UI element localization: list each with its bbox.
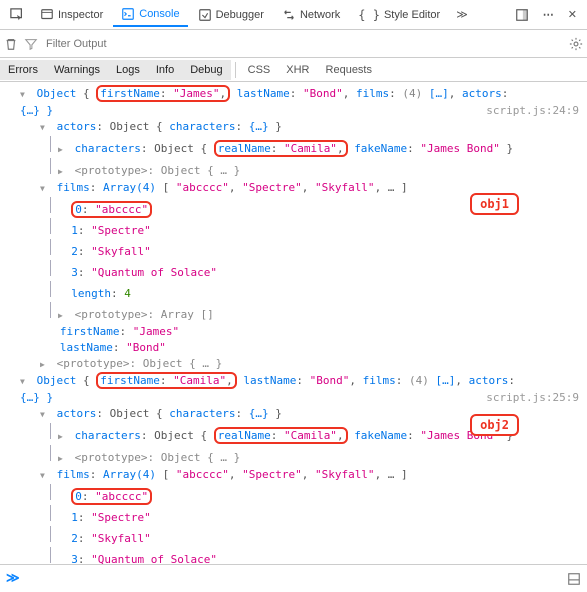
- object-property-row[interactable]: characters: Object { realName: "Camila",…: [0, 136, 587, 158]
- cat-xhr[interactable]: XHR: [278, 60, 317, 80]
- type-label: Object: [37, 374, 77, 387]
- tab-network[interactable]: Network: [274, 4, 348, 26]
- highlight-box: realName: "Camila",: [214, 427, 348, 444]
- object-property-row[interactable]: actors: Object { characters: {…} }: [0, 119, 587, 136]
- tab-inspector-label: Inspector: [58, 9, 103, 21]
- expand-toggle-icon[interactable]: [58, 450, 68, 467]
- annotation-obj1: obj1: [470, 193, 519, 215]
- object-property-row: firstName: "James": [0, 324, 587, 340]
- prompt-chevron-icon: ≫: [6, 571, 20, 586]
- source-link[interactable]: script.js:24:9: [486, 103, 579, 119]
- log-entry[interactable]: Object { firstName: "James", lastName: "…: [0, 86, 587, 103]
- array-item-row[interactable]: 3: "Quantum of Solace": [0, 260, 587, 281]
- highlight-box: 0: "abcccc": [71, 488, 152, 505]
- expand-toggle-icon[interactable]: [20, 373, 30, 390]
- prototype-row[interactable]: <prototype>: Object { … }: [0, 356, 587, 373]
- cat-debug[interactable]: Debug: [182, 60, 230, 80]
- cat-errors[interactable]: Errors: [0, 60, 46, 80]
- tab-console[interactable]: Console: [113, 3, 187, 27]
- tab-console-label: Console: [139, 8, 179, 20]
- prototype-row[interactable]: <prototype>: Object { … }: [0, 158, 587, 180]
- tab-styleeditor-label: Style Editor: [384, 9, 440, 21]
- clear-console-icon[interactable]: [4, 37, 18, 51]
- cat-warnings[interactable]: Warnings: [46, 60, 108, 80]
- dock-side-icon[interactable]: [509, 4, 535, 26]
- array-item-row[interactable]: 2: "Skyfall": [0, 526, 587, 547]
- expand-toggle-icon[interactable]: [58, 141, 68, 158]
- source-link[interactable]: script.js:25:9: [486, 390, 579, 406]
- highlight-box: 0: "abcccc": [71, 201, 152, 218]
- type-label: Object: [37, 87, 77, 100]
- tab-styleeditor[interactable]: { } Style Editor: [350, 4, 448, 26]
- more-menu-icon[interactable]: ⋯: [537, 4, 560, 25]
- filter-funnel-icon[interactable]: [24, 37, 38, 51]
- expand-toggle-icon[interactable]: [58, 163, 68, 180]
- array-item-row[interactable]: 2: "Skyfall": [0, 239, 587, 260]
- log-entry[interactable]: Object { firstName: "Camila", lastName: …: [0, 373, 587, 390]
- tab-inspector[interactable]: Inspector: [32, 4, 111, 26]
- cat-css[interactable]: CSS: [240, 60, 279, 80]
- console-filter-bar: [0, 30, 587, 58]
- tabs-overflow-icon[interactable]: ≫: [450, 4, 474, 25]
- highlight-box: firstName: "James",: [96, 85, 230, 102]
- settings-gear-icon[interactable]: [569, 37, 583, 51]
- prototype-row[interactable]: <prototype>: Array []: [0, 302, 587, 324]
- expand-toggle-icon[interactable]: [58, 428, 68, 445]
- console-input[interactable]: [26, 572, 561, 585]
- expand-toggle-icon[interactable]: [58, 307, 68, 324]
- highlight-box: realName: "Camila",: [214, 140, 348, 157]
- highlight-box: firstName: "Camila",: [96, 372, 236, 389]
- log-category-bar: Errors Warnings Logs Info Debug CSS XHR …: [0, 58, 587, 82]
- cat-requests[interactable]: Requests: [318, 60, 380, 80]
- filter-output-input[interactable]: [44, 36, 563, 52]
- braces-icon: { }: [358, 8, 380, 22]
- console-output: Object { firstName: "James", lastName: "…: [0, 82, 587, 564]
- tab-debugger-label: Debugger: [216, 9, 264, 21]
- tab-network-label: Network: [300, 9, 340, 21]
- console-prompt: ≫: [0, 564, 587, 592]
- prototype-row[interactable]: <prototype>: Object { … }: [0, 445, 587, 467]
- array-item-row[interactable]: 0: "abcccc": [0, 484, 587, 505]
- expand-toggle-icon[interactable]: [40, 467, 50, 484]
- expand-toggle-icon[interactable]: [40, 119, 50, 136]
- array-item-row[interactable]: 3: "Quantum of Solace": [0, 547, 587, 564]
- tab-debugger[interactable]: Debugger: [190, 4, 272, 26]
- devtools-toolbar: Inspector Console Debugger Network { } St…: [0, 0, 587, 30]
- array-length-row: length: 4: [0, 281, 587, 302]
- array-item-row[interactable]: 1: "Spectre": [0, 505, 587, 526]
- cat-info[interactable]: Info: [148, 60, 182, 80]
- expand-toggle-icon[interactable]: [20, 86, 30, 103]
- expand-toggle-icon[interactable]: [40, 180, 50, 197]
- cat-logs[interactable]: Logs: [108, 60, 148, 80]
- expand-toggle-icon[interactable]: [40, 356, 50, 373]
- expand-toggle-icon[interactable]: [40, 406, 50, 423]
- array-item-row[interactable]: 1: "Spectre": [0, 218, 587, 239]
- annotation-obj2: obj2: [470, 414, 519, 436]
- pick-element-icon[interactable]: [4, 4, 30, 26]
- split-console-icon[interactable]: [567, 572, 581, 586]
- object-property-row[interactable]: films: Array(4) [ "abcccc", "Spectre", "…: [0, 467, 587, 484]
- close-devtools-icon[interactable]: ✕: [562, 4, 583, 25]
- object-property-row: lastName: "Bond": [0, 340, 587, 356]
